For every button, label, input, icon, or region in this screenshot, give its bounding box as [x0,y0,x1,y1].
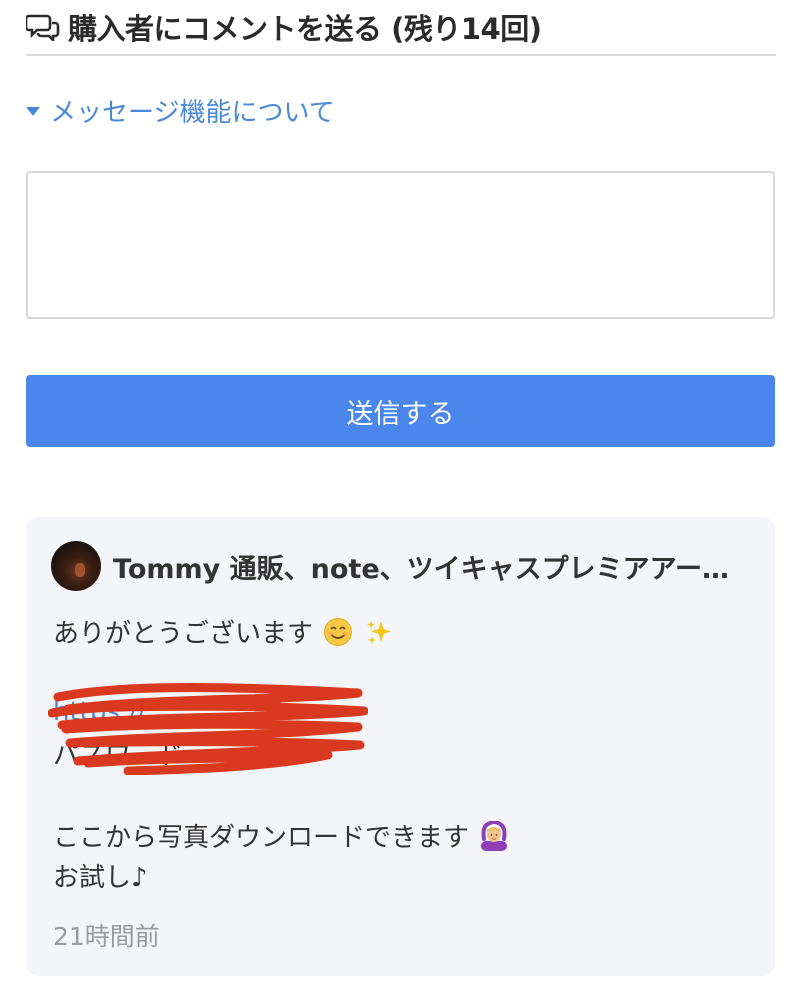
message-text-thanks: ありがとうございます [53,619,314,649]
message-text-download: ここから写真ダウンロードできます [53,823,470,853]
sparkles-icon [366,620,391,644]
send-button[interactable]: 送信する [26,375,775,447]
comment-input[interactable] [26,171,775,319]
message-info-toggle[interactable]: メッセージ機能について [26,92,335,129]
message-line-try: お試し♪ [53,863,148,893]
message-info-label: メッセージ機能について [50,98,335,128]
message-line-download: ここから写真ダウンロードできます [53,817,509,854]
message-line-thanks: ありがとうございます [53,613,394,650]
author-name[interactable]: Tommy 通販、note、ツイキャスプレミアアー… [113,547,743,586]
avatar[interactable] [51,541,101,591]
triangle-down-icon [26,107,40,116]
chat-bubbles-icon [26,12,62,42]
smiling-face-icon [324,618,353,646]
person-gesturing-ok-icon [481,821,508,851]
message-timestamp: 21時間前 [53,922,160,951]
message-card: Tommy 通販、note、ツイキャスプレミアアー… ありがとうございます ht… [26,517,775,976]
page-title: 購入者にコメントを送る (残り14回) [68,12,542,46]
section-header: 購入者にコメントを送る (残り14回) [26,0,776,56]
author-row: Tommy 通販、note、ツイキャスプレミアアー… [51,541,751,591]
redaction-scribble [48,683,368,775]
